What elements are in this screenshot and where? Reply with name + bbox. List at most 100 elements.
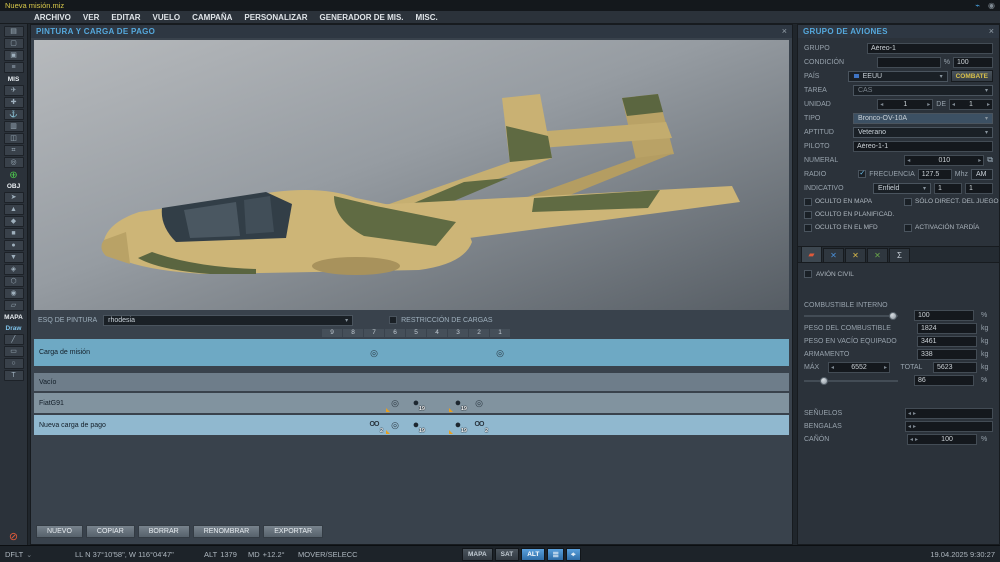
draw-circle-icon[interactable]: ○	[3, 358, 24, 369]
loadout-cell-8[interactable]	[343, 415, 363, 435]
spin-left-icon[interactable]: ◂	[952, 101, 955, 108]
tab-payload[interactable]: ✕	[823, 248, 844, 262]
loadout-cell-7[interactable]: ◎	[364, 339, 384, 366]
country-select[interactable]: EEUU ▾	[847, 70, 948, 82]
loadout-cell-8[interactable]	[343, 373, 363, 391]
draw-line-icon[interactable]: ╱	[3, 334, 24, 345]
menu-item-4[interactable]: CAMPAÑA	[186, 13, 238, 22]
spin-right-icon[interactable]: ▸	[913, 410, 916, 417]
chaff-spinner[interactable]: ◂ ▸	[905, 408, 993, 419]
loadout-cell-3[interactable]	[448, 339, 468, 366]
close-icon[interactable]: ×	[782, 27, 787, 36]
loadout-cell-1[interactable]: ◎	[490, 339, 510, 366]
loadout-cell-3[interactable]	[448, 373, 468, 391]
loadout-cell-9[interactable]	[322, 393, 342, 413]
payload-button-exportar[interactable]: EXPORTAR	[263, 525, 324, 538]
tail-number-spinner[interactable]: ◂ 010 ▸	[904, 154, 985, 166]
loadout-cell-5[interactable]: ● 19	[406, 393, 426, 413]
loadout-cell-4[interactable]	[427, 393, 447, 413]
civil-plane-checkbox[interactable]	[804, 270, 812, 278]
briefing-icon[interactable]: ≡	[3, 62, 24, 73]
loadout-cell-8[interactable]	[343, 339, 363, 366]
loadout-cell-2[interactable]	[469, 339, 489, 366]
callsign-select[interactable]: Enfield ▾	[873, 182, 931, 194]
loadout-cell-7[interactable]	[364, 393, 384, 413]
spin-left-icon[interactable]: ◂	[880, 101, 883, 108]
slider-thumb[interactable]	[889, 311, 897, 320]
payload-button-renombrar[interactable]: RENOMBRAR	[192, 525, 261, 538]
max-weight-spinner[interactable]: ◂ 6552 ▸	[828, 362, 890, 373]
group-name-input[interactable]	[867, 42, 993, 54]
gm-only-checkbox[interactable]	[904, 197, 912, 206]
objective-2-icon[interactable]: ▲	[3, 204, 24, 215]
objective-8-icon[interactable]: ⬡	[3, 276, 24, 287]
menu-item-5[interactable]: PERSONALIZAR	[238, 13, 313, 22]
objective-3-icon[interactable]: ◆	[3, 216, 24, 227]
callsign-number-2-input[interactable]	[965, 182, 993, 194]
menu-item-7[interactable]: MISC.	[410, 13, 444, 22]
template-icon[interactable]: ⌗	[3, 145, 24, 156]
open-file-icon[interactable]: ▢	[3, 38, 24, 49]
loadout-cell-5[interactable]	[406, 339, 426, 366]
payload-button-copiar[interactable]: COPIAR	[85, 525, 135, 538]
flare-spinner[interactable]: ◂ ▸	[905, 421, 993, 432]
spin-left-icon[interactable]: ◂	[907, 157, 910, 164]
static-object-icon[interactable]: ◫	[3, 133, 24, 144]
spin-right-icon[interactable]: ▸	[987, 101, 990, 108]
copy-icon[interactable]: ⧉	[987, 155, 993, 165]
condition-value-input[interactable]	[953, 56, 993, 68]
loadout-cell-1[interactable]	[490, 373, 510, 391]
measure-button[interactable]: ⌖	[566, 548, 581, 561]
loadout-cell-4[interactable]	[427, 415, 447, 435]
objective-1-icon[interactable]: ➤	[3, 192, 24, 203]
payload-button-borrar[interactable]: BORRAR	[137, 525, 190, 538]
unit-total-spinner[interactable]: ◂ 1 ▸	[949, 98, 993, 110]
radio-checkbox[interactable]: ✓	[858, 170, 867, 178]
trigger-zone-icon[interactable]: ◎	[3, 157, 24, 168]
map-button[interactable]: MAPA	[462, 548, 493, 561]
spin-left-icon[interactable]: ◂	[831, 364, 834, 371]
loadout-cell-7[interactable]	[364, 373, 384, 391]
draw-text-icon[interactable]: T	[3, 370, 24, 381]
ship-group-icon[interactable]: ⚓	[3, 109, 24, 120]
condition-input[interactable]	[876, 56, 941, 68]
load-percent-slider[interactable]	[804, 376, 898, 385]
objective-4-icon[interactable]: ■	[3, 228, 24, 239]
spin-right-icon[interactable]: ▸	[884, 364, 887, 371]
loadout-cell-1[interactable]	[490, 393, 510, 413]
loadout-cell-2[interactable]: ◎	[469, 393, 489, 413]
tab-flag-yellow[interactable]: ✕	[845, 248, 866, 262]
loadout-cell-2[interactable]	[469, 373, 489, 391]
draw-rect-icon[interactable]: ▭	[3, 346, 24, 357]
spin-left-icon[interactable]: ◂	[908, 410, 911, 417]
hidden-on-planner-checkbox[interactable]	[804, 210, 812, 219]
paint-scheme-select[interactable]: rhodesia ▾	[103, 314, 354, 326]
loadout-row-normal[interactable]: FiatG91 ◎ ● 19 ● 19 ◎	[34, 393, 789, 413]
vehicle-group-icon[interactable]: ▥	[3, 121, 24, 132]
objective-6-icon[interactable]: ▼	[3, 252, 24, 263]
tab-paint[interactable]: ▰	[801, 246, 822, 262]
loadout-cell-8[interactable]	[343, 393, 363, 413]
loadout-cell-6[interactable]: ◎	[385, 393, 405, 413]
frequency-input[interactable]	[917, 168, 952, 180]
spin-right-icon[interactable]: ▸	[978, 157, 981, 164]
task-select[interactable]: CAS ▾	[853, 84, 993, 96]
slider-thumb[interactable]	[820, 376, 828, 385]
hidden-on-map-checkbox[interactable]	[804, 197, 812, 206]
loadout-cell-5[interactable]	[406, 373, 426, 391]
menu-item-1[interactable]: VER	[77, 13, 105, 22]
loadout-row-empty[interactable]: Vacío	[34, 373, 789, 391]
loadout-cell-5[interactable]: ● 19	[406, 415, 426, 435]
loadout-cell-6[interactable]	[385, 373, 405, 391]
spin-left-icon[interactable]: ◂	[908, 423, 911, 430]
late-activation-checkbox[interactable]	[904, 223, 912, 232]
alt-layer-button[interactable]: ALT	[521, 548, 546, 561]
aircraft-type-select[interactable]: Bronco-OV-10A ▾	[853, 112, 993, 124]
layers-button[interactable]: ≣	[547, 548, 565, 561]
gun-spinner[interactable]: ◂ ▸ 100	[907, 434, 977, 445]
spin-left-icon[interactable]: ◂	[910, 436, 913, 443]
internal-fuel-input[interactable]	[914, 310, 974, 321]
helicopter-group-icon[interactable]: ✚	[3, 97, 24, 108]
objective-7-icon[interactable]: ◈	[3, 264, 24, 275]
skill-select[interactable]: Veterano ▾	[853, 126, 993, 138]
